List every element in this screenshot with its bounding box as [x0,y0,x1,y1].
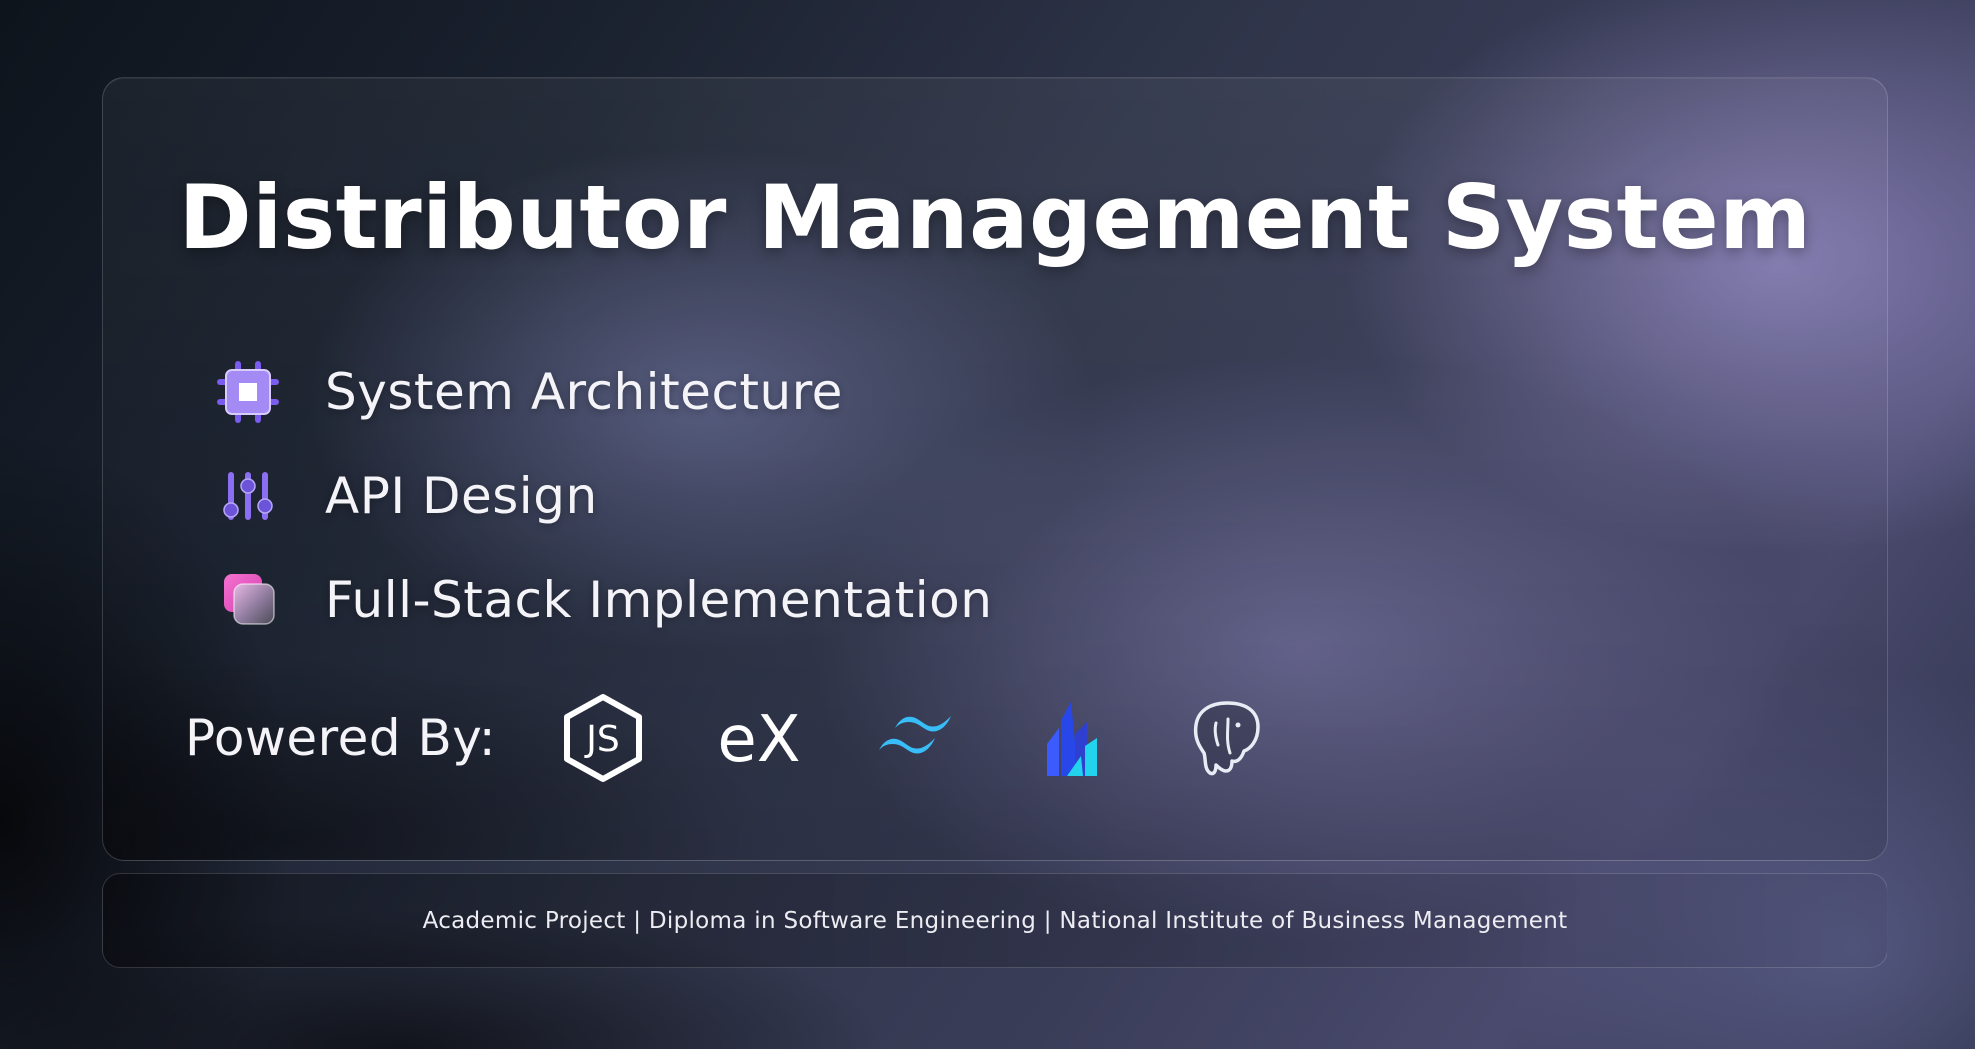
main-card: Distributor Management System System Arc… [102,77,1888,861]
express-text: eX [717,703,800,773]
feature-item-system-architecture: System Architecture [213,340,992,444]
layers-icon [213,565,283,635]
tailwind-icon [870,693,960,783]
powered-by-row: Powered By: JS eX [185,688,1338,788]
drizzle-icon [1026,693,1116,783]
postgresql-icon [1182,693,1272,783]
feature-label: System Architecture [325,363,843,421]
feature-label: API Design [325,467,598,525]
footer-text: Academic Project | Diploma in Software E… [422,907,1568,934]
feature-list: System Architecture API Design Full-Stac… [213,340,992,652]
express-icon: eX [714,693,804,783]
feature-item-full-stack: Full-Stack Implementation [213,548,992,652]
footer-bar: Academic Project | Diploma in Software E… [102,873,1888,968]
powered-by-label: Powered By: [185,709,497,767]
sliders-icon [213,461,283,531]
page-title: Distributor Management System [178,166,1812,269]
svg-text:JS: JS [584,719,619,760]
chip-icon [213,357,283,427]
feature-label: Full-Stack Implementation [325,571,993,629]
feature-item-api-design: API Design [213,444,992,548]
nodejs-icon: JS [558,693,648,783]
